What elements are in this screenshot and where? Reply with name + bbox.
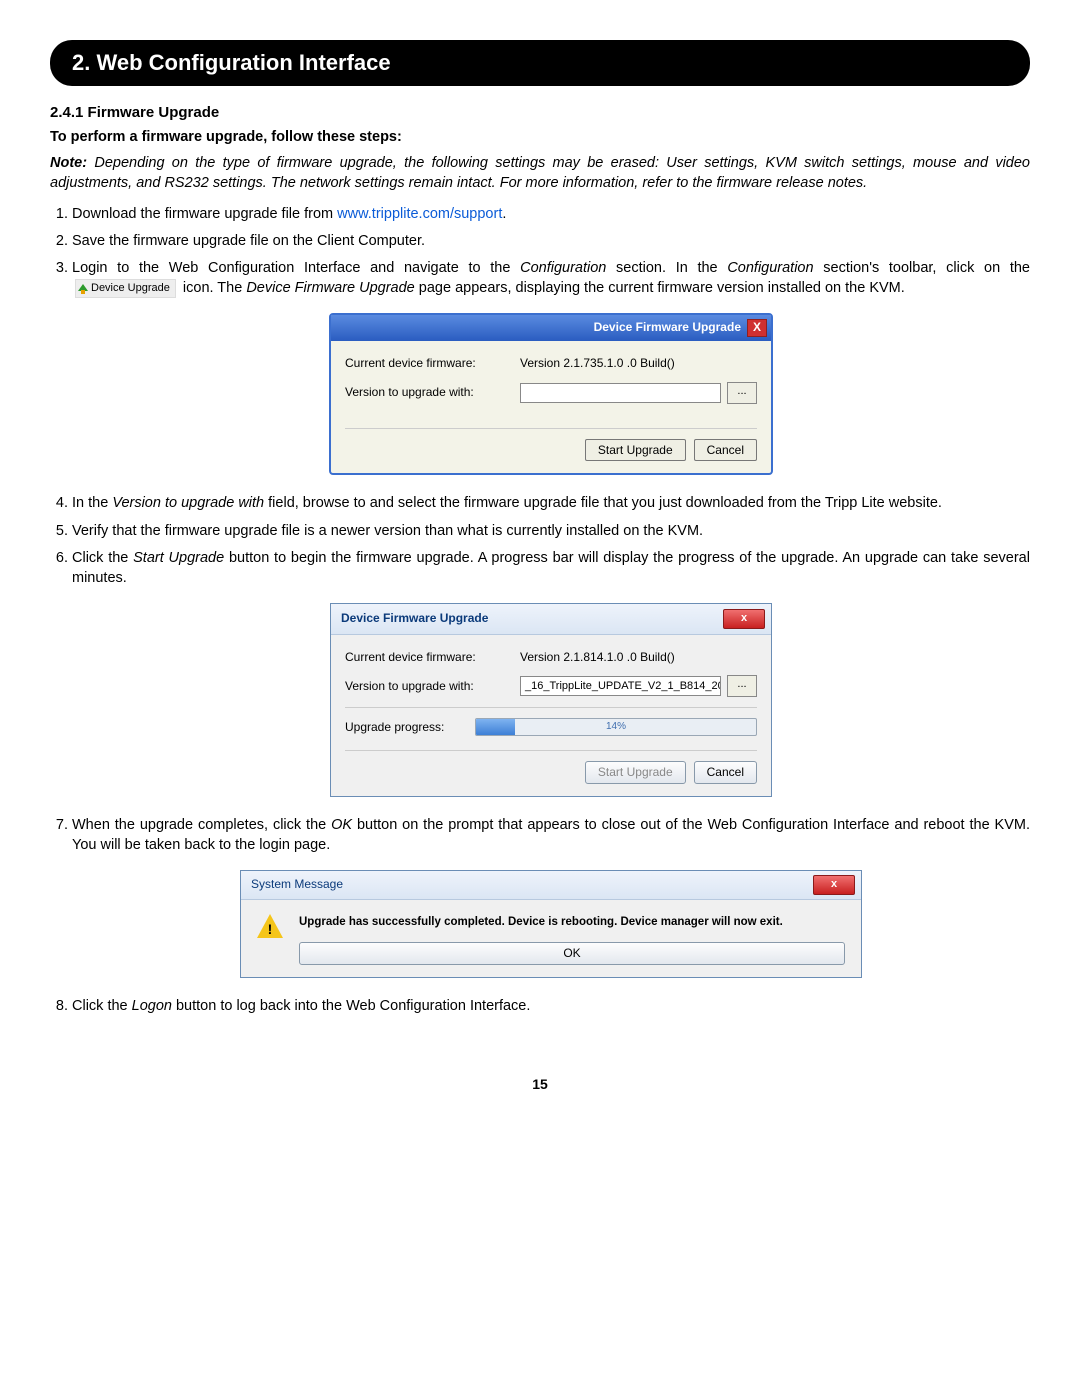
note-block: Note: Depending on the type of firmware …	[50, 153, 1030, 194]
emphasis: Configuration	[727, 260, 813, 276]
current-firmware-value: Version 2.1.814.1.0 .0 Build()	[520, 649, 675, 666]
step-8: Click the Logon button to log back into …	[72, 996, 1030, 1016]
current-firmware-label: Current device firmware:	[345, 649, 520, 666]
instruction-line: To perform a firmware upgrade, follow th…	[50, 129, 1030, 145]
upgrade-progress-label: Upgrade progress:	[345, 719, 475, 736]
dialog-titlebar: System Message x	[241, 871, 861, 900]
step-1: Download the firmware upgrade file from …	[72, 204, 1030, 224]
step-text: button to log back into the Web Configur…	[172, 998, 530, 1014]
divider	[345, 428, 757, 429]
step-text: field, browse to and select the firmware…	[264, 495, 942, 511]
cancel-button[interactable]: Cancel	[694, 439, 757, 462]
version-upgrade-label: Version to upgrade with:	[345, 678, 520, 695]
page-number: 15	[50, 1076, 1030, 1092]
close-icon[interactable]: X	[747, 319, 767, 337]
step-3: Login to the Web Configuration Interface…	[72, 258, 1030, 475]
start-upgrade-button[interactable]: Start Upgrade	[585, 761, 686, 784]
step-text: .	[502, 206, 506, 222]
step-text: When the upgrade completes, click the	[72, 817, 331, 833]
step-text: In the	[72, 495, 112, 511]
version-upgrade-input[interactable]: _16_TrippLite_UPDATE_V2_1_B814_20121218.…	[520, 676, 721, 696]
progress-bar: 14%	[475, 718, 757, 736]
step-text: Download the firmware upgrade file from	[72, 206, 337, 222]
step-text: section's toolbar, click on the	[814, 260, 1030, 276]
note-label: Note:	[50, 155, 87, 171]
version-upgrade-input[interactable]	[520, 383, 721, 403]
step-5: Verify that the firmware upgrade file is…	[72, 521, 1030, 541]
close-icon[interactable]: x	[723, 609, 765, 629]
dialog-title: System Message	[251, 876, 343, 893]
current-firmware-label: Current device firmware:	[345, 355, 520, 372]
emphasis: Device Firmware Upgrade	[246, 280, 414, 296]
note-body: Depending on the type of firmware upgrad…	[50, 155, 1030, 191]
dialog-title: Device Firmware Upgrade	[594, 319, 741, 336]
step-text: page appears, displaying the current fir…	[415, 280, 905, 296]
step-text: icon. The	[183, 280, 246, 296]
start-upgrade-button[interactable]: Start Upgrade	[585, 439, 686, 462]
emphasis: Logon	[132, 998, 172, 1014]
support-link[interactable]: www.tripplite.com/support	[337, 206, 502, 222]
upload-arrow-icon	[78, 284, 88, 294]
close-icon[interactable]: x	[813, 875, 855, 895]
subsection-heading: 2.4.1 Firmware Upgrade	[50, 104, 1030, 121]
step-text: section. In the	[606, 260, 727, 276]
progress-text: 14%	[476, 719, 756, 735]
ok-button[interactable]: OK	[299, 942, 845, 965]
dialog-titlebar: Device Firmware Upgrade x	[331, 604, 771, 635]
current-firmware-value: Version 2.1.735.1.0 .0 Build()	[520, 355, 675, 372]
dialog-titlebar: Device Firmware Upgrade X	[331, 315, 771, 341]
firmware-upgrade-dialog-progress: Device Firmware Upgrade x Current device…	[330, 603, 772, 798]
step-text: Click the	[72, 998, 132, 1014]
steps-list: Download the firmware upgrade file from …	[72, 204, 1030, 1016]
divider	[345, 707, 757, 708]
emphasis: Configuration	[520, 260, 606, 276]
section-title: 2. Web Configuration Interface	[72, 50, 391, 75]
step-7: When the upgrade completes, click the OK…	[72, 815, 1030, 977]
step-text: Click the	[72, 550, 133, 566]
version-upgrade-label: Version to upgrade with:	[345, 384, 520, 401]
cancel-button[interactable]: Cancel	[694, 761, 757, 784]
browse-button[interactable]: ...	[727, 382, 757, 404]
step-6: Click the Start Upgrade button to begin …	[72, 548, 1030, 797]
emphasis: Version to upgrade with	[112, 495, 264, 511]
step-2: Save the firmware upgrade file on the Cl…	[72, 231, 1030, 251]
section-header: 2. Web Configuration Interface	[50, 40, 1030, 86]
dialog-title: Device Firmware Upgrade	[341, 610, 488, 627]
divider	[345, 750, 757, 751]
warning-icon	[257, 914, 283, 938]
step-4: In the Version to upgrade with field, br…	[72, 493, 1030, 513]
device-upgrade-badge: Device Upgrade	[75, 279, 176, 298]
system-message-dialog: System Message x Upgrade has successfull…	[240, 870, 862, 978]
step-text: Login to the Web Configuration Interface…	[72, 260, 520, 276]
emphasis: OK	[331, 817, 352, 833]
emphasis: Start Upgrade	[133, 550, 224, 566]
message-text: Upgrade has successfully completed. Devi…	[299, 914, 845, 930]
firmware-upgrade-dialog-initial: Device Firmware Upgrade X Current device…	[329, 313, 773, 476]
browse-button[interactable]: ...	[727, 675, 757, 697]
badge-label: Device Upgrade	[91, 281, 170, 296]
